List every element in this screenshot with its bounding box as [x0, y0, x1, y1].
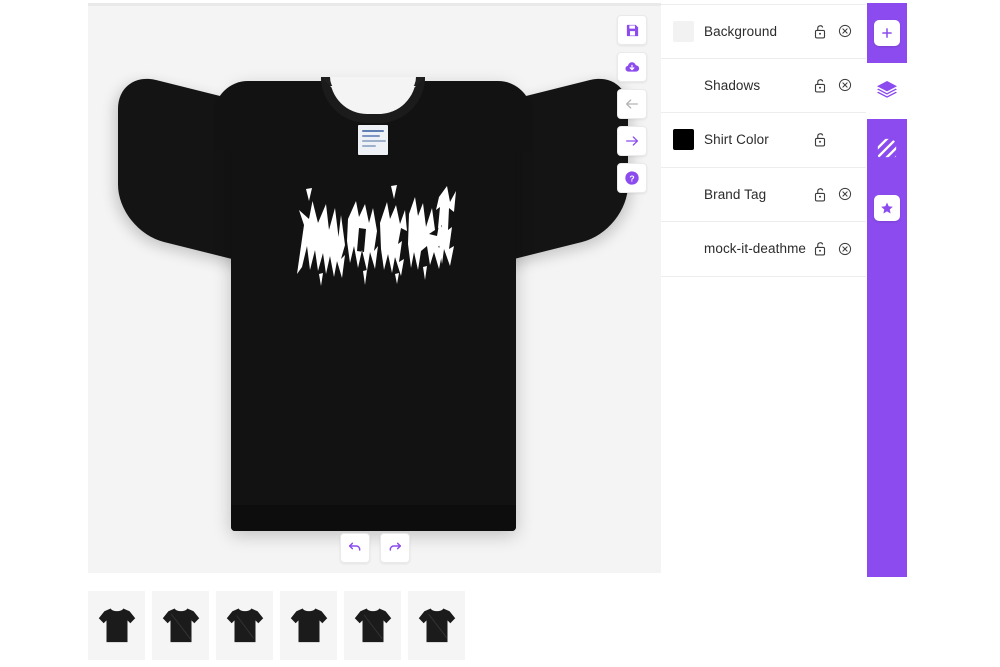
- arrow-right-icon: [626, 136, 638, 146]
- unlock-icon[interactable]: [813, 24, 827, 39]
- undo-button[interactable]: [339, 533, 370, 563]
- layer-row-brand-tag[interactable]: Brand Tag: [661, 168, 866, 222]
- plus-icon: [882, 28, 892, 38]
- previous-button[interactable]: [617, 89, 647, 119]
- layer-row-shadows[interactable]: Shadows: [661, 59, 866, 113]
- layer-name: Shirt Color: [704, 132, 769, 148]
- layer-name: Brand Tag: [704, 186, 767, 202]
- pattern-button[interactable]: [874, 135, 900, 161]
- canvas-top-divider: [88, 3, 661, 6]
- unlock-icon[interactable]: [813, 187, 827, 202]
- layer-row-artwork[interactable]: mock-it-deathme: [661, 222, 866, 277]
- thumbnail-view-4[interactable]: [280, 591, 337, 660]
- layer-actions: [813, 78, 866, 93]
- tshirt-mockup[interactable]: [118, 61, 628, 531]
- help-button[interactable]: ?: [617, 163, 647, 193]
- save-button[interactable]: [617, 15, 647, 45]
- unlock-icon[interactable]: [813, 132, 827, 147]
- cloud-download-icon: [625, 62, 640, 72]
- brand-tag-label: [358, 125, 388, 155]
- delete-layer-icon[interactable]: [838, 78, 852, 92]
- star-icon: [881, 202, 893, 214]
- tool-sidebar: [867, 0, 907, 667]
- tshirt-collar-opening: [330, 77, 416, 97]
- tshirt-thumbnail-icon: [162, 608, 199, 642]
- mockup-editor-app: ? Background Shadows Shirt Color Brand T…: [0, 0, 1000, 667]
- mockup-canvas[interactable]: [88, 3, 661, 573]
- pattern-icon: [877, 138, 897, 158]
- layer-actions: [813, 187, 866, 202]
- thumbnail-strip: [88, 591, 465, 660]
- history-controls: [339, 533, 410, 563]
- layers-panel: Background Shadows Shirt Color Brand Tag…: [661, 4, 866, 574]
- layer-swatch[interactable]: [673, 20, 694, 42]
- layer-actions: [813, 132, 866, 147]
- favorites-button[interactable]: [874, 195, 900, 221]
- artwork-mockit-logo[interactable]: [289, 171, 457, 287]
- next-button[interactable]: [617, 126, 647, 156]
- layers-icon: [877, 81, 897, 98]
- download-button[interactable]: [617, 52, 647, 82]
- redo-button[interactable]: [379, 533, 410, 563]
- layer-name: Background: [704, 23, 778, 39]
- layer-swatch[interactable]: [673, 129, 694, 151]
- tool-sidebar-main-block: [867, 119, 907, 577]
- tshirt-thumbnail-icon: [354, 608, 391, 642]
- arrow-left-icon: [626, 99, 638, 109]
- layer-name: Shadows: [704, 77, 761, 93]
- delete-layer-placeholder: [838, 133, 852, 147]
- unlock-icon[interactable]: [813, 241, 827, 256]
- tshirt-thumbnail-icon: [226, 608, 263, 642]
- layer-row-shirt-color[interactable]: Shirt Color: [661, 113, 866, 168]
- question-mark-icon: ?: [625, 171, 639, 185]
- tshirt-thumbnail-icon: [98, 608, 135, 642]
- tshirt-thumbnail-icon: [290, 608, 327, 642]
- tshirt-thumbnail-icon: [418, 608, 455, 642]
- floppy-disk-icon: [626, 24, 638, 36]
- delete-layer-icon[interactable]: [838, 24, 852, 38]
- thumbnail-view-3[interactable]: [216, 591, 273, 660]
- thumbnail-view-2[interactable]: [152, 591, 209, 660]
- layers-button[interactable]: [874, 78, 900, 104]
- thumbnail-view-5[interactable]: [344, 591, 401, 660]
- action-toolbar: ?: [617, 15, 647, 193]
- layer-actions: [813, 24, 866, 39]
- svg-text:?: ?: [629, 173, 634, 183]
- thumbnail-view-6[interactable]: [408, 591, 465, 660]
- layer-row-background[interactable]: Background: [661, 4, 866, 59]
- delete-layer-icon[interactable]: [838, 187, 852, 201]
- unlock-icon[interactable]: [813, 78, 827, 93]
- layer-actions: [813, 241, 866, 256]
- thumbnail-view-1[interactable]: [88, 591, 145, 660]
- add-layer-button[interactable]: [874, 20, 900, 46]
- delete-layer-icon[interactable]: [838, 242, 852, 256]
- layer-name: mock-it-deathme: [704, 241, 807, 257]
